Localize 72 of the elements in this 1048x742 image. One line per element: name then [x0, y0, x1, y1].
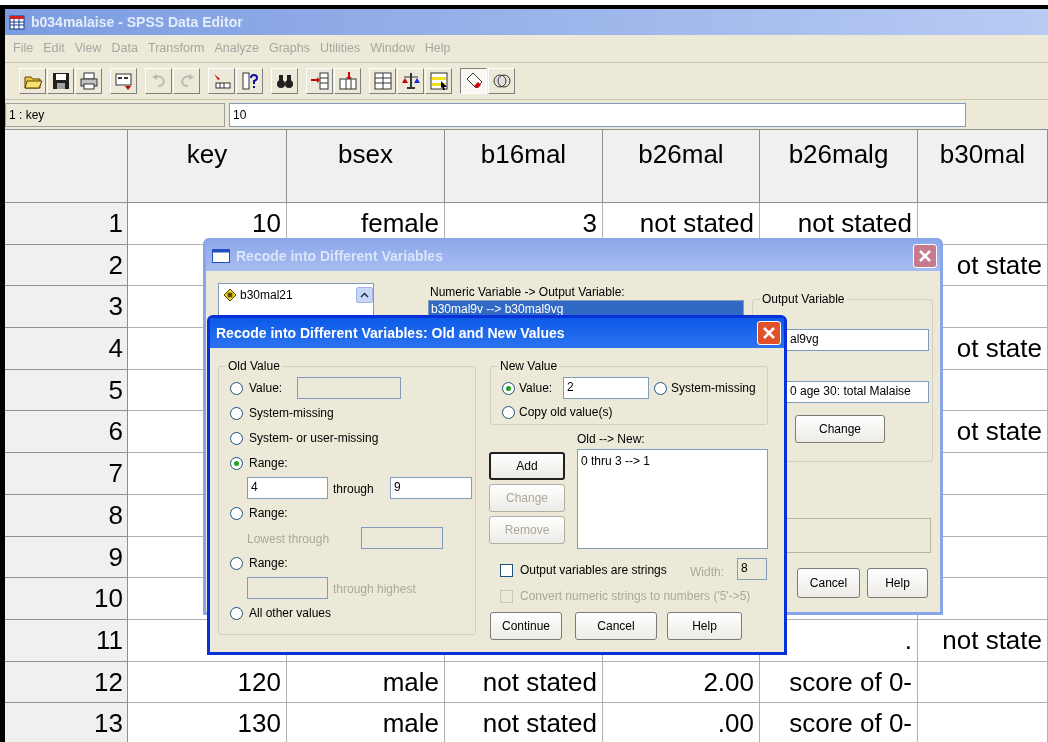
list-item[interactable]: 0 thru 3 --> 1 — [581, 452, 767, 470]
column-header[interactable]: key — [128, 130, 287, 203]
table-cell: male — [287, 661, 445, 704]
table-cell: 120 — [128, 661, 287, 704]
row-header[interactable]: 4 — [5, 328, 128, 370]
radio-label[interactable]: System- or user-missing — [249, 429, 379, 447]
table-cell: not stated — [445, 661, 603, 704]
row-header[interactable]: 2 — [5, 244, 128, 287]
input-field[interactable]: 9 — [390, 477, 472, 499]
row-header[interactable]: 13 — [5, 703, 128, 742]
cell-label: 1 : key — [5, 102, 225, 127]
input-field[interactable]: 8 — [737, 558, 767, 580]
table-cell: not state — [918, 619, 1048, 662]
table-cell: 130 — [128, 703, 287, 742]
row-header[interactable]: 1 — [5, 203, 128, 245]
column-header[interactable]: b16mal — [445, 130, 603, 203]
row-header[interactable]: 10 — [5, 578, 128, 620]
table-cell: score of 0- — [760, 661, 918, 704]
row-header[interactable]: 3 — [5, 286, 128, 329]
row-header[interactable]: 7 — [5, 453, 128, 495]
dialog-title: Recode into Different Variables: Old and New Values — [216, 323, 565, 343]
dialog-title: Recode into Different Variables — [236, 246, 443, 266]
row-header[interactable]: 6 — [5, 411, 128, 454]
input-field[interactable]: al9vg — [786, 329, 929, 351]
column-header[interactable]: bsex — [287, 130, 445, 203]
table-cell: not stated — [445, 703, 603, 742]
radio-label[interactable]: Range: — [249, 504, 288, 522]
radio-label[interactable]: Value: — [519, 379, 553, 397]
radio-label[interactable]: Range: — [249, 454, 288, 472]
values-list[interactable]: 0 thru 3 --> 1 — [577, 449, 768, 549]
column-header[interactable]: b26malg — [760, 130, 918, 203]
button[interactable]: Help — [867, 568, 928, 598]
row-header[interactable]: 9 — [5, 536, 128, 579]
table-cell: .00 — [603, 703, 760, 742]
field-label: Lowest through — [247, 531, 330, 548]
table-cell: 10 — [128, 203, 287, 245]
group-title: Old Value — [226, 359, 282, 373]
group-title: Output Variable — [760, 292, 847, 306]
column-header[interactable]: b30mal — [918, 130, 1048, 203]
radio-label[interactable]: System-missing — [249, 404, 334, 422]
row-header[interactable]: 12 — [5, 661, 128, 704]
list-label: Numeric Variable -> Output Variable: — [430, 284, 625, 301]
row-header[interactable]: 8 — [5, 494, 128, 537]
checkbox-label[interactable]: Output variables are strings — [520, 561, 667, 579]
button[interactable]: Add — [489, 452, 565, 480]
button[interactable]: Change — [795, 415, 885, 443]
table-cell: score of 0- — [760, 703, 918, 742]
table-cell: male — [287, 703, 445, 742]
list-item[interactable]: b30mal21 — [240, 286, 293, 304]
input-field[interactable]: 2 — [563, 377, 649, 399]
field-label: through — [333, 481, 374, 498]
table-cell: 2.00 — [603, 661, 760, 704]
row-header[interactable]: 5 — [5, 369, 128, 412]
row-header[interactable]: 11 — [5, 619, 128, 662]
radio-label[interactable]: Range: — [249, 554, 288, 572]
input-field[interactable]: 4 — [247, 477, 328, 499]
button[interactable]: Cancel — [797, 568, 860, 598]
button[interactable]: Continue — [490, 612, 562, 640]
list-label: Old --> New: — [577, 431, 645, 448]
button[interactable]: Help — [667, 612, 742, 640]
radio-label[interactable]: Value: — [249, 379, 283, 397]
radio-label[interactable]: System-missing — [671, 379, 756, 397]
radio-label[interactable]: All other values — [249, 604, 332, 622]
window-title: b034malaise - SPSS Data Editor — [31, 12, 243, 32]
radio-label[interactable]: Copy old value(s) — [519, 403, 613, 421]
column-header[interactable]: b26mal — [603, 130, 760, 203]
field-label: Width: — [690, 564, 724, 581]
group-title: New Value — [498, 359, 560, 373]
cell-editor-field[interactable]: 10 — [229, 102, 966, 127]
input-field[interactable]: 0 age 30: total Malaise — [786, 381, 929, 403]
button[interactable]: Cancel — [575, 612, 657, 640]
field-label: through highest — [333, 581, 416, 598]
